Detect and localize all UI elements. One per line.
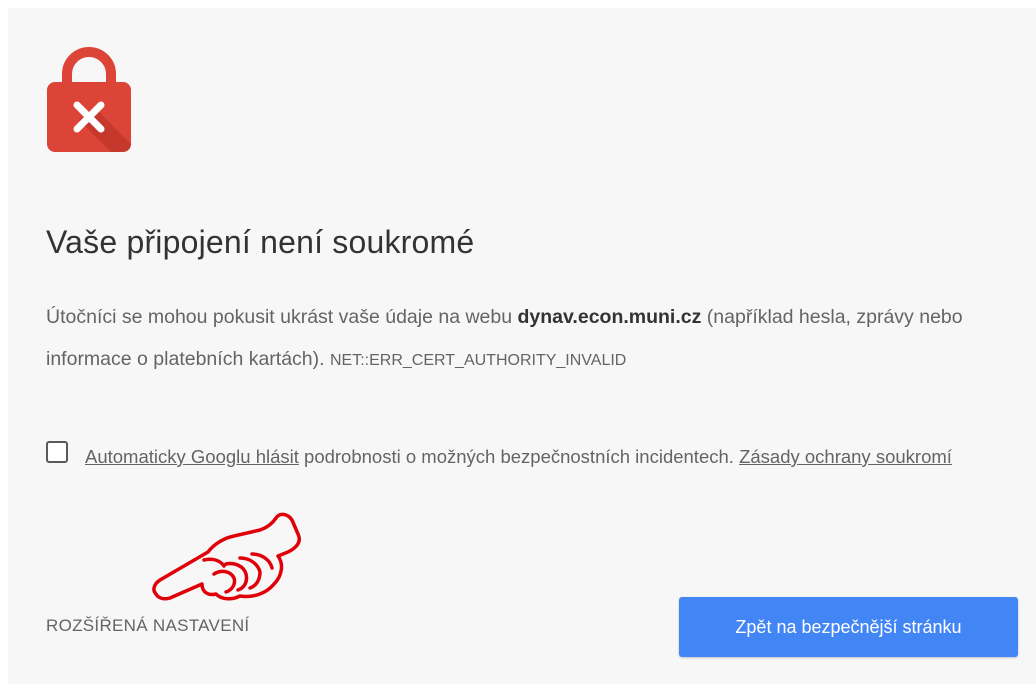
pointing-hand-icon <box>152 512 301 601</box>
lock-error-icon <box>47 47 131 152</box>
back-to-safety-button[interactable]: Zpět na bezpečnější stránku <box>679 597 1018 657</box>
domain-name: dynav.econ.muni.cz <box>517 306 702 328</box>
report-description: podrobnosti o možných bezpečnostních inc… <box>298 446 740 467</box>
advanced-settings-button[interactable]: ROZŠÍŘENÁ NASTAVENÍ <box>46 616 249 636</box>
interstitial-page: Vaše připojení není soukromé Útočníci se… <box>8 8 1036 684</box>
report-text: Automaticky Googlu hlásit podrobnosti o … <box>85 436 1005 478</box>
warning-description: Útočníci se mohou pokusit ukrást vaše úd… <box>46 296 996 382</box>
error-code: NET::ERR_CERT_AUTHORITY_INVALID <box>329 352 627 369</box>
page-title: Vaše připojení není soukromé <box>46 224 475 260</box>
privacy-policy-link[interactable]: Zásady ochrany soukromí <box>739 446 952 467</box>
description-text-start: Útočníci se mohou pokusit ukrást vaše úd… <box>46 306 518 328</box>
report-checkbox[interactable] <box>46 441 68 463</box>
report-link[interactable]: Automaticky Googlu hlásit <box>85 446 299 467</box>
